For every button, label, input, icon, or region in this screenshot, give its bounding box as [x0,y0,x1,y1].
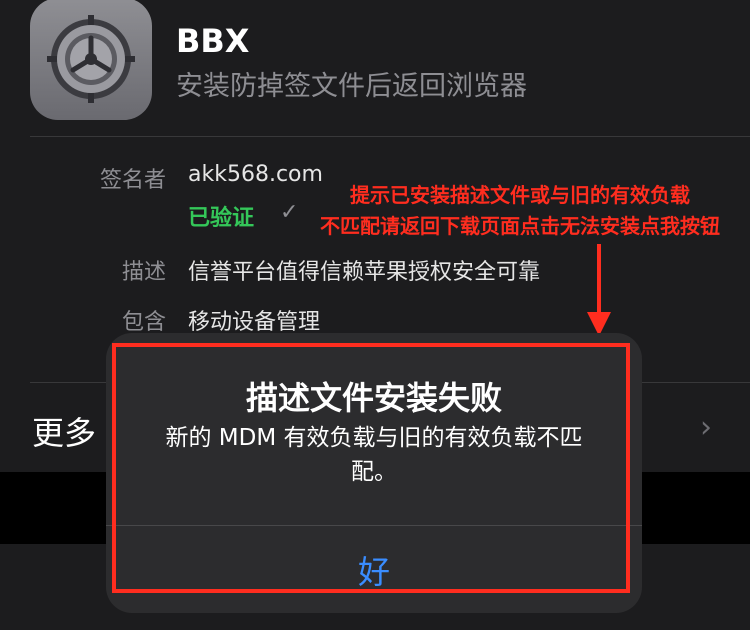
contains-value: 移动设备管理 [188,310,321,335]
signer-label: 签名者 [99,168,166,193]
settings-gear-icon [30,0,152,120]
divider [30,136,750,137]
contains-label: 包含 [121,310,166,335]
app-subtitle: 安装防掉签文件后返回浏览器 [176,71,527,102]
description-label: 描述 [121,260,166,285]
arrow-down-icon [597,244,601,316]
description-value: 信誉平台值得信赖苹果授权安全可靠 [188,260,541,285]
chevron-right-icon[interactable]: › [700,410,712,445]
more-details-link[interactable]: 更多 [32,408,96,454]
app-title: BBX [176,22,250,60]
highlight-box [112,343,630,593]
verified-badge: 已验证 [188,206,255,231]
annotation-line-1: 提示已安装描述文件或与旧的有效负载 [350,183,690,207]
annotation-line-2: 不匹配请返回下载页面点击无法安装点我按钮 [320,214,720,238]
annotation-note: 提示已安装描述文件或与旧的有效负载 不匹配请返回下载页面点击无法安装点我按钮 [290,180,750,242]
